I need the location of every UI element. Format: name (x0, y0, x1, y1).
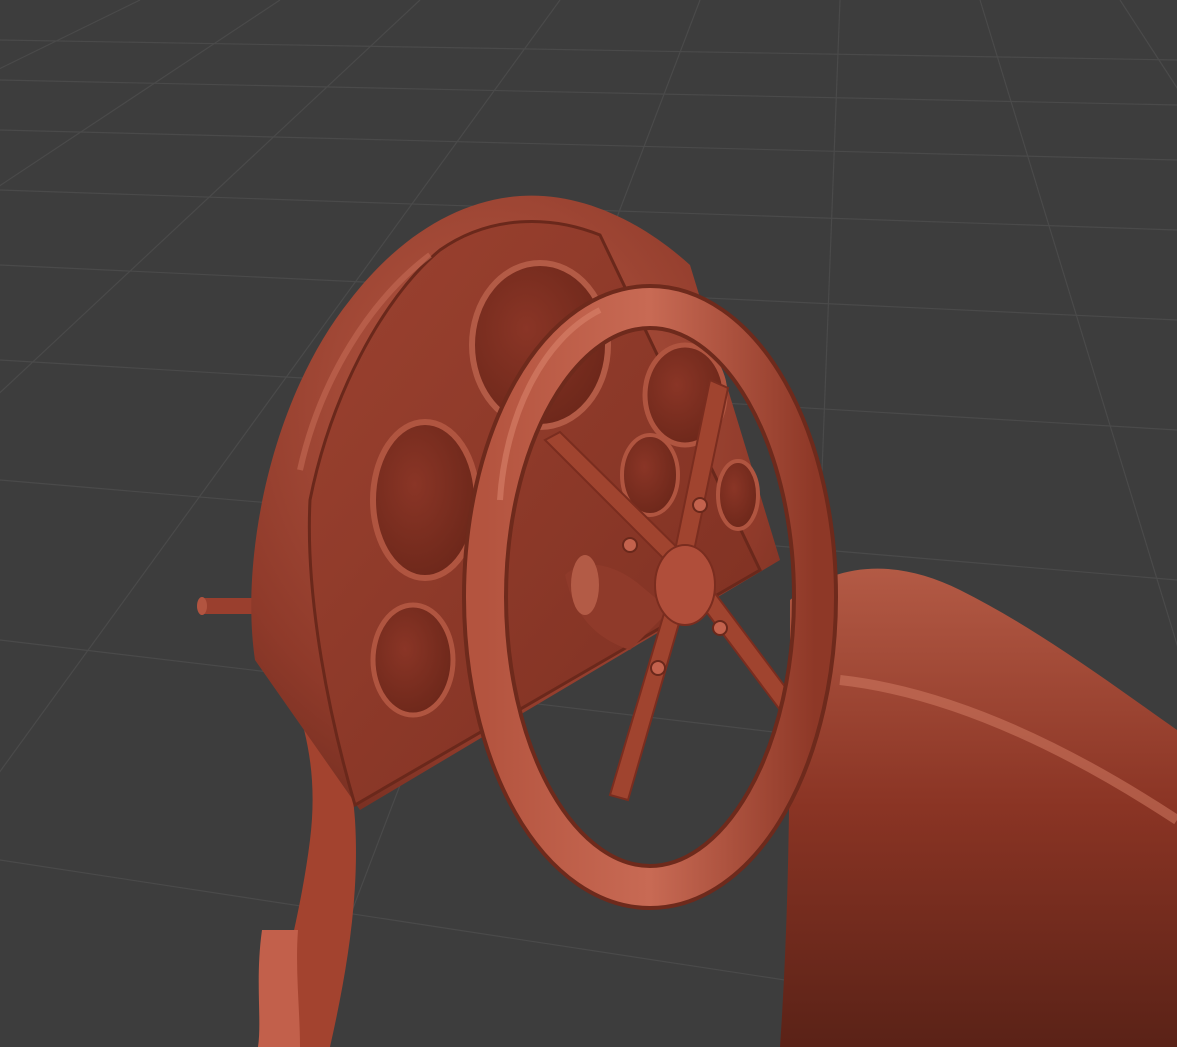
car-body[interactable] (780, 568, 1177, 1047)
gauge-right-small (716, 459, 760, 531)
3d-viewport[interactable] (0, 0, 1177, 1047)
gauge-left (370, 419, 480, 581)
viewport-canvas[interactable] (0, 0, 1177, 1047)
gauge-bottom-left (370, 602, 456, 718)
